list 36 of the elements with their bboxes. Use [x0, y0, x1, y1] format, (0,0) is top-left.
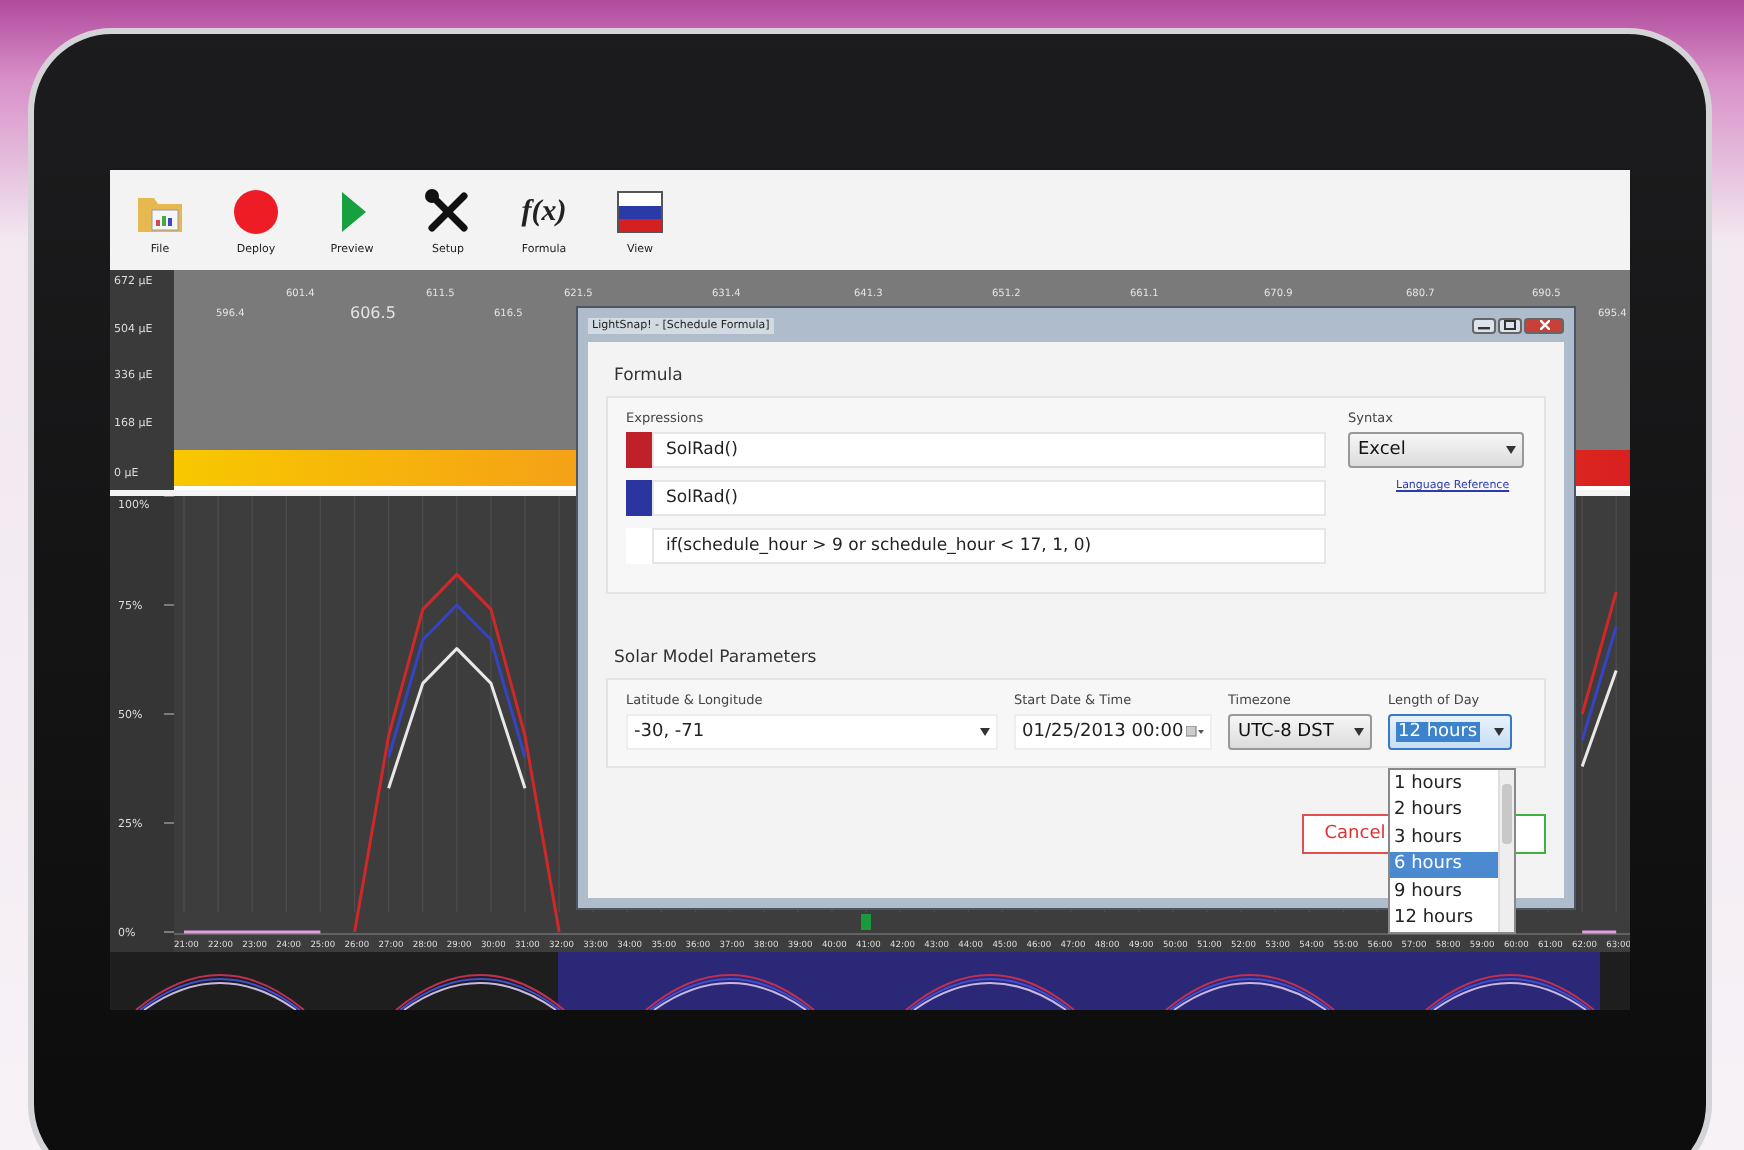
dropdown-option[interactable]: 9 hours — [1390, 878, 1498, 905]
dropdown-option[interactable]: 12 hours — [1390, 905, 1498, 932]
caret-icon — [1506, 446, 1516, 454]
formula-icon: f(x) — [521, 185, 567, 237]
calendar-icon — [1186, 726, 1204, 738]
section-title: Formula — [614, 366, 685, 386]
close-icon — [1539, 320, 1549, 330]
dropdown-option[interactable]: 1 hours — [1390, 770, 1498, 797]
scrollbar[interactable] — [1498, 770, 1514, 932]
combo-box[interactable]: -30, -71 — [626, 714, 998, 750]
color-swatch[interactable] — [626, 528, 652, 564]
expression-field[interactable]: SolRad() — [652, 480, 1326, 516]
caret-icon — [1354, 728, 1364, 736]
selection-range[interactable] — [558, 952, 1600, 1010]
expression-field[interactable]: if(schedule_hour > 9 or schedule_hour < 17, 1, 0) — [652, 528, 1326, 564]
minimize-icon — [1478, 321, 1490, 329]
tools-icon — [422, 185, 474, 237]
date-picker[interactable]: 01/25/2013 00:00 — [1014, 714, 1212, 750]
maximize-icon — [1504, 320, 1516, 330]
minimize-button[interactable] — [1472, 317, 1496, 333]
dropdown[interactable]: Excel — [1348, 432, 1524, 468]
color-swatch[interactable] — [626, 432, 652, 468]
expression-field[interactable]: SolRad() — [652, 432, 1326, 468]
maximize-button[interactable] — [1498, 317, 1522, 333]
dropdown[interactable]: 12 hours — [1388, 714, 1512, 750]
dropdown-option[interactable]: 6 hours — [1390, 851, 1498, 878]
caret-icon — [1494, 728, 1504, 736]
section-title: Solar Model Parameters — [614, 648, 819, 668]
caret-icon — [980, 728, 990, 736]
close-button[interactable] — [1524, 317, 1564, 333]
time-marker — [861, 914, 871, 930]
dropdown[interactable]: UTC-8 DST — [1228, 714, 1372, 750]
axis-label: 606.5 — [350, 304, 396, 322]
record-icon — [230, 185, 282, 237]
flag-icon — [614, 185, 666, 237]
color-swatch[interactable] — [626, 480, 652, 516]
